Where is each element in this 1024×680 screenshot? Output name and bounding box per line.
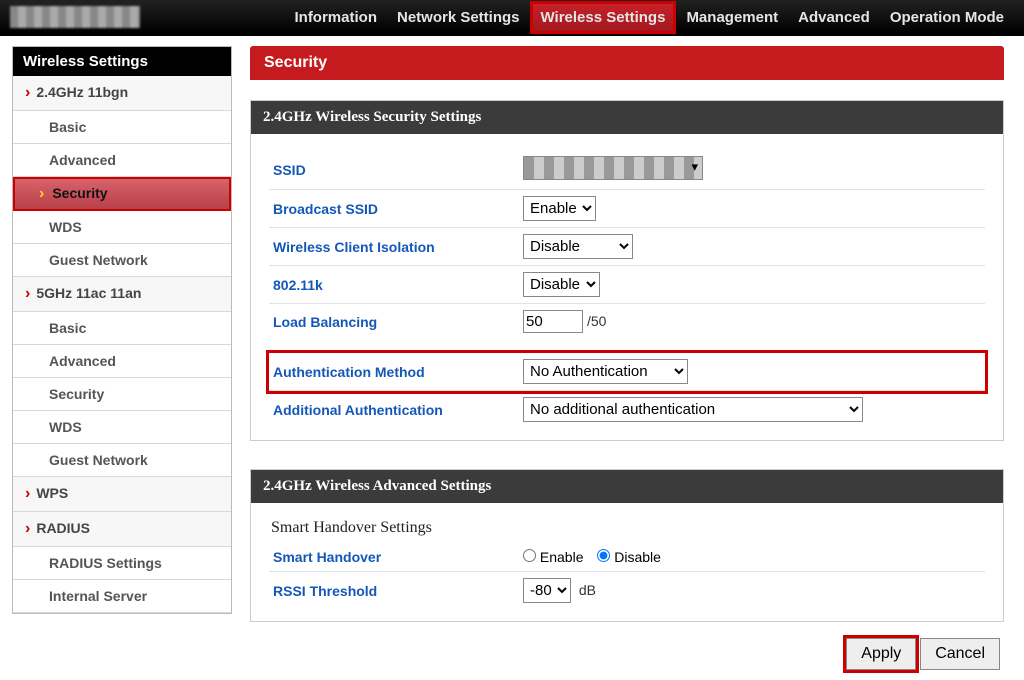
sidebar-item-24-guest[interactable]: Guest Network — [13, 244, 231, 277]
security-panel-header: 2.4GHz Wireless Security Settings — [251, 101, 1003, 134]
sidebar-item-5-wds[interactable]: WDS — [13, 411, 231, 444]
apply-button[interactable]: Apply — [846, 638, 916, 670]
top-nav: Information Network Settings Wireless Se… — [284, 1, 1014, 34]
main-content: Security 2.4GHz Wireless Security Settin… — [250, 46, 1024, 680]
sidebar-item-5-basic[interactable]: Basic — [13, 312, 231, 345]
additional-auth-label: Additional Authentication — [269, 391, 519, 429]
brand-logo — [10, 6, 140, 28]
nav-wireless-settings[interactable]: Wireless Settings — [530, 1, 677, 34]
advanced-panel-header: 2.4GHz Wireless Advanced Settings — [251, 470, 1003, 503]
page-title: Security — [250, 46, 1004, 80]
80211k-label: 802.11k — [269, 266, 519, 304]
client-isolation-select[interactable]: Disable — [523, 234, 633, 259]
sidebar-group-5ghz[interactable]: 5GHz 11ac 11an — [13, 277, 231, 312]
nav-management[interactable]: Management — [676, 1, 788, 34]
button-row: Apply Cancel — [250, 638, 1000, 670]
rssi-threshold-select[interactable]: -80 — [523, 578, 571, 603]
80211k-select[interactable]: Disable — [523, 272, 600, 297]
load-balancing-input[interactable] — [523, 310, 583, 333]
enable-text: Enable — [540, 549, 584, 565]
load-balancing-label: Load Balancing — [269, 304, 519, 340]
top-bar: Information Network Settings Wireless Se… — [0, 0, 1024, 36]
rssi-unit: dB — [579, 582, 596, 598]
sidebar-group-radius[interactable]: RADIUS — [13, 512, 231, 547]
load-balancing-hint: /50 — [587, 313, 606, 329]
sidebar-group-24ghz[interactable]: 2.4GHz 11bgn — [13, 76, 231, 111]
client-isolation-label: Wireless Client Isolation — [269, 228, 519, 266]
disable-text: Disable — [614, 549, 661, 565]
broadcast-ssid-label: Broadcast SSID — [269, 190, 519, 228]
advanced-settings-panel: 2.4GHz Wireless Advanced Settings Smart … — [250, 469, 1004, 622]
security-settings-panel: 2.4GHz Wireless Security Settings SSID B… — [250, 100, 1004, 441]
auth-method-label: Authentication Method — [269, 353, 519, 391]
smart-handover-disable-radio[interactable] — [597, 549, 610, 562]
cancel-button[interactable]: Cancel — [920, 638, 1000, 670]
ssid-select[interactable] — [523, 156, 703, 180]
smart-handover-enable[interactable]: Enable — [523, 549, 583, 565]
nav-operation-mode[interactable]: Operation Mode — [880, 1, 1014, 34]
nav-network-settings[interactable]: Network Settings — [387, 1, 530, 34]
sidebar-item-5-security[interactable]: Security — [13, 378, 231, 411]
smart-handover-heading: Smart Handover Settings — [269, 519, 985, 543]
sidebar-group-wps[interactable]: WPS — [13, 477, 231, 512]
sidebar-item-24-basic[interactable]: Basic — [13, 111, 231, 144]
rssi-threshold-label: RSSI Threshold — [269, 572, 519, 610]
sidebar-item-5-advanced[interactable]: Advanced — [13, 345, 231, 378]
broadcast-ssid-select[interactable]: Enable — [523, 196, 596, 221]
nav-advanced[interactable]: Advanced — [788, 1, 880, 34]
auth-method-select[interactable]: No Authentication — [523, 359, 688, 384]
sidebar-item-24-wds[interactable]: WDS — [13, 211, 231, 244]
sidebar-item-24-security[interactable]: Security — [13, 177, 231, 211]
sidebar-title: Wireless Settings — [13, 47, 231, 76]
sidebar-item-radius-settings[interactable]: RADIUS Settings — [13, 547, 231, 580]
smart-handover-enable-radio[interactable] — [523, 549, 536, 562]
smart-handover-disable[interactable]: Disable — [597, 549, 661, 565]
sidebar-item-5-guest[interactable]: Guest Network — [13, 444, 231, 477]
sidebar: Wireless Settings 2.4GHz 11bgn Basic Adv… — [12, 46, 232, 614]
smart-handover-label: Smart Handover — [269, 543, 519, 572]
sidebar-item-24-advanced[interactable]: Advanced — [13, 144, 231, 177]
ssid-label: SSID — [269, 150, 519, 190]
additional-auth-select[interactable]: No additional authentication — [523, 397, 863, 422]
sidebar-item-internal-server[interactable]: Internal Server — [13, 580, 231, 613]
nav-information[interactable]: Information — [284, 1, 387, 34]
